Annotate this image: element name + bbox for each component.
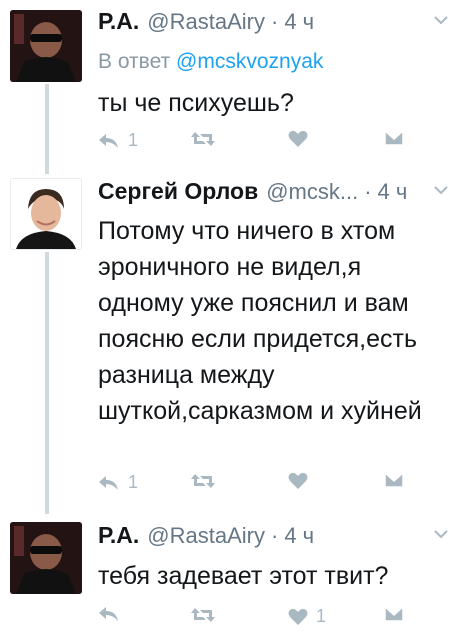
tweet-header: Р.А. @RastaAiry · 4 ч: [98, 522, 314, 549]
author-handle[interactable]: @RastaAiry: [147, 523, 265, 548]
reply-mention-link[interactable]: @mcskvoznyak: [176, 50, 323, 73]
timestamp[interactable]: 4 ч: [378, 179, 408, 204]
reply-icon: [99, 133, 118, 148]
tweet[interactable]: Р.А. @RastaAiry · 4 ч тебя задевает этот тв…: [0, 510, 462, 642]
author-handle[interactable]: @mcsk...: [266, 179, 358, 204]
separator: ·: [271, 523, 279, 548]
like-icon: [288, 130, 308, 147]
chevron-down-icon[interactable]: [434, 530, 448, 539]
tweet-actions: 1: [98, 606, 418, 630]
timestamp[interactable]: 4 ч: [284, 9, 314, 34]
retweet-icon: [191, 474, 215, 488]
retweet-icon: [191, 608, 215, 622]
avatar[interactable]: [10, 522, 82, 594]
dm-icon: [384, 472, 404, 488]
dm-button[interactable]: [384, 606, 404, 622]
timestamp[interactable]: 4 ч: [284, 523, 314, 548]
retweet-button[interactable]: [190, 472, 224, 490]
chevron-down-icon[interactable]: [434, 186, 448, 195]
author-name[interactable]: Р.А.: [98, 8, 139, 34]
reply-count: 1: [128, 472, 139, 492]
tweet-text: ты че психуешь?: [98, 89, 294, 117]
like-icon: [288, 472, 308, 489]
user-photo-light-icon: [11, 179, 81, 249]
chevron-down-icon[interactable]: [434, 16, 448, 25]
user-photo-dark-icon: [10, 522, 82, 594]
reply-icon: [99, 475, 118, 490]
like-icon: [288, 608, 308, 625]
tweet-header: Сергей Орлов @mcsk... · 4 ч: [98, 178, 407, 205]
tweet-actions: 1: [98, 472, 418, 496]
reply-count: 1: [128, 130, 139, 150]
tweet-header: Р.А. @RastaAiry · 4 ч: [98, 8, 314, 35]
reply-button[interactable]: [98, 606, 128, 622]
retweet-icon: [191, 132, 215, 146]
reply-icon: [99, 607, 118, 621]
dm-icon: [384, 130, 404, 146]
dm-button[interactable]: [384, 130, 404, 146]
avatar[interactable]: [10, 10, 82, 82]
tweet[interactable]: Сергей Орлов @mcsk... · 4 ч Потому что ниче…: [0, 166, 462, 510]
author-name[interactable]: Сергей Орлов: [98, 178, 258, 204]
reply-button[interactable]: 1: [98, 472, 138, 493]
like-button[interactable]: [288, 472, 316, 490]
user-photo-dark-icon: [10, 10, 82, 82]
reply-prefix: В ответ: [98, 50, 171, 73]
author-name[interactable]: Р.А.: [98, 522, 139, 548]
like-button[interactable]: 1: [288, 606, 326, 627]
tweet-actions: 1: [98, 130, 418, 154]
retweet-button[interactable]: [190, 130, 224, 148]
like-button[interactable]: [288, 130, 316, 148]
tweet-text: Потому что ничего в хтом эроничного не в…: [98, 217, 422, 425]
separator: ·: [271, 9, 279, 34]
tweet[interactable]: Р.А. @RastaAiry · 4 ч В ответ @mcskvoznyak …: [0, 0, 462, 166]
separator: ·: [364, 179, 372, 204]
dm-button[interactable]: [384, 472, 404, 488]
dm-icon: [384, 606, 404, 622]
tweet-text: тебя задевает этот твит?: [98, 562, 389, 590]
reply-button[interactable]: 1: [98, 130, 138, 151]
retweet-button[interactable]: [190, 606, 224, 624]
like-count: 1: [316, 606, 327, 626]
reply-context: В ответ @mcskvoznyak: [98, 50, 323, 74]
avatar[interactable]: [10, 178, 82, 250]
author-handle[interactable]: @RastaAiry: [147, 9, 265, 34]
